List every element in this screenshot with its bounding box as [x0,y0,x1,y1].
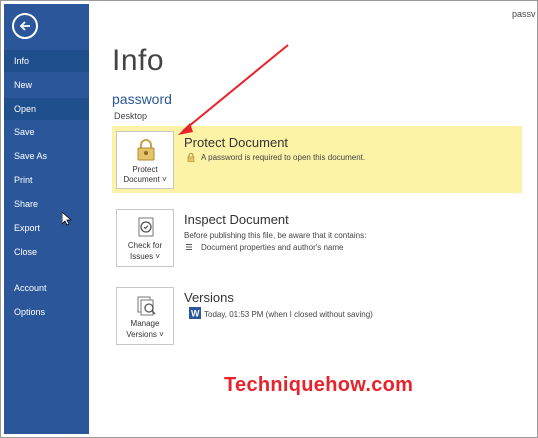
watermark: Techniquehow.com [224,374,414,396]
annotation-arrow-icon [178,44,289,135]
